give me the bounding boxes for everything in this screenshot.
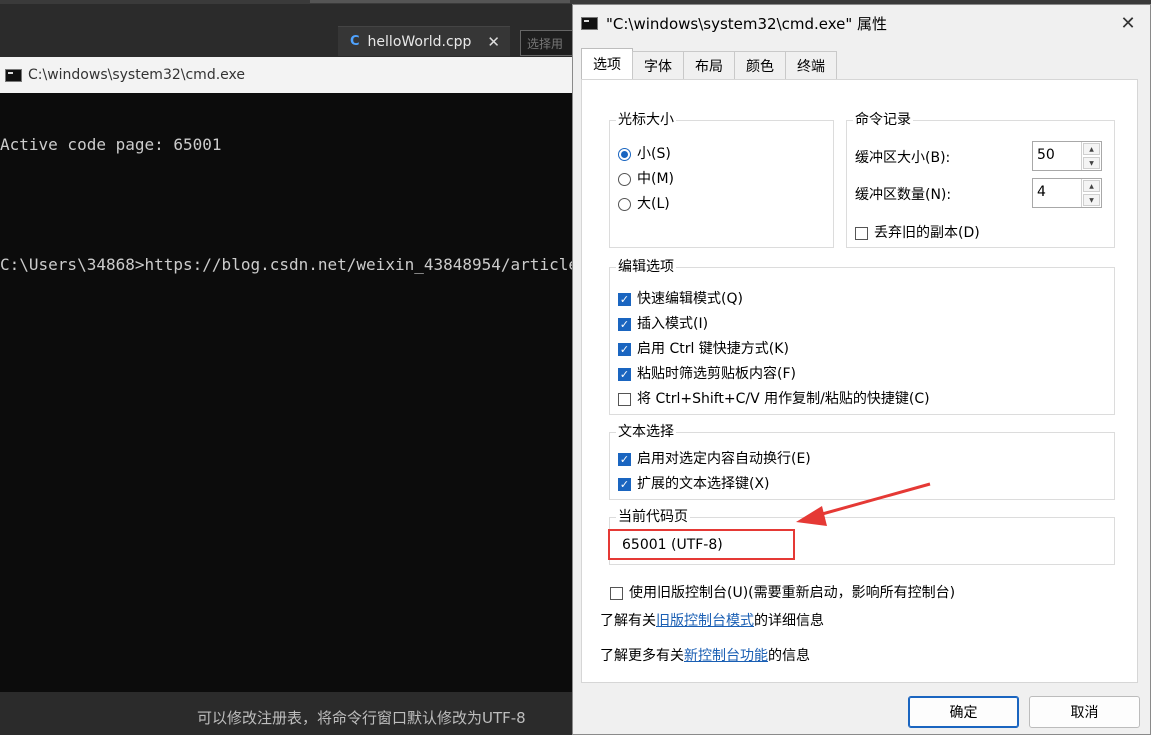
checkbox-icon[interactable] xyxy=(618,392,631,406)
checkbox-checked-icon[interactable] xyxy=(618,292,631,306)
legacy-mode-link[interactable]: 旧版控制台模式 xyxy=(656,612,754,630)
console-window[interactable]: C:\windows\system32\cmd.exe Active code … xyxy=(0,57,580,692)
cursor-size-group: 光标大小 小(S) 中(M) 大(L) xyxy=(609,111,834,248)
console-gap xyxy=(0,195,580,215)
buffer-size-text: 缓冲区大小(B): xyxy=(855,150,951,166)
tab-colors[interactable]: 颜色 xyxy=(734,51,786,79)
radio-cursor-large[interactable]: 大(L) xyxy=(618,195,670,213)
legacy-info-text: 了解有关 旧版控制台模式 的详细信息 xyxy=(600,612,824,630)
stepper-down-icon[interactable]: ▼ xyxy=(1083,194,1100,206)
radio-cursor-small[interactable]: 小(S) xyxy=(618,145,671,163)
radio-label: 大(L) xyxy=(637,196,670,212)
group-title: 编辑选项 xyxy=(616,258,676,276)
radio-icon[interactable] xyxy=(618,172,631,186)
radio-selected-icon[interactable] xyxy=(618,147,631,161)
checkbox-label: 启用对选定内容自动换行(E) xyxy=(637,451,811,467)
stepper-buttons: ▲ ▼ xyxy=(1081,142,1101,170)
console-line: C:\Users\34868>https://blog.csdn.net/wei… xyxy=(0,255,578,274)
checkbox-discard-old[interactable]: 丢弃旧的副本(D) xyxy=(855,224,980,242)
checkbox-extended-keys[interactable]: 扩展的文本选择键(X) xyxy=(618,475,770,493)
annotation-highlight-box xyxy=(608,529,795,560)
radio-label: 小(S) xyxy=(637,146,671,162)
buffer-count-value[interactable]: 4 xyxy=(1033,179,1081,207)
new-features-link[interactable]: 新控制台功能 xyxy=(684,647,768,665)
editor-tab-helloworld[interactable]: C helloWorld.cpp ✕ xyxy=(338,26,510,56)
checkbox-label: 丢弃旧的副本(D) xyxy=(874,225,980,241)
cmd-icon xyxy=(5,68,22,82)
console-titlebar[interactable]: C:\windows\system32\cmd.exe xyxy=(0,57,580,93)
checkbox-label: 使用旧版控制台(U)(需要重新启动，影响所有控制台) xyxy=(629,585,956,601)
console-line: Active code page: 65001 xyxy=(0,135,222,154)
checkbox-checked-icon[interactable] xyxy=(618,317,631,331)
group-title: 当前代码页 xyxy=(616,508,690,526)
checkbox-checked-icon[interactable] xyxy=(618,477,631,491)
buffer-size-value[interactable]: 50 xyxy=(1033,142,1081,170)
checkbox-label: 启用 Ctrl 键快捷方式(K) xyxy=(637,341,789,357)
editor-tab-label: helloWorld.cpp xyxy=(367,33,472,50)
dialog-titlebar[interactable]: "C:\windows\system32\cmd.exe" 属性 ✕ xyxy=(573,5,1150,41)
tab-options[interactable]: 选项 xyxy=(581,48,633,79)
checkbox-checked-icon[interactable] xyxy=(618,367,631,381)
tab-terminal[interactable]: 终端 xyxy=(785,51,837,79)
checkbox-line-wrap[interactable]: 启用对选定内容自动换行(E) xyxy=(618,450,811,468)
checkbox-filter-clipboard[interactable]: 粘贴时筛选剪贴板内容(F) xyxy=(618,365,796,383)
info-prefix: 了解更多有关 xyxy=(600,648,684,664)
options-panel: 光标大小 小(S) 中(M) 大(L) 命令记录 缓冲区大小(B): 50 ▲ … xyxy=(581,79,1138,683)
cmd-icon xyxy=(581,16,598,30)
checkbox-ctrl-shift-copy-paste[interactable]: 将 Ctrl+Shift+C/V 用作复制/粘贴的快捷键(C) xyxy=(618,390,930,408)
tab-font[interactable]: 字体 xyxy=(632,51,684,79)
close-icon[interactable]: ✕ xyxy=(487,33,500,51)
checkbox-label: 快速编辑模式(Q) xyxy=(637,291,743,307)
buffer-count-label: 缓冲区数量(N): xyxy=(855,186,951,204)
radio-cursor-medium[interactable]: 中(M) xyxy=(618,170,674,188)
editor-top-line xyxy=(310,0,570,3)
group-title: 文本选择 xyxy=(616,423,676,441)
buffer-size-label: 缓冲区大小(B): xyxy=(855,149,950,167)
buffer-count-text: 缓冲区数量(N): xyxy=(855,187,952,203)
checkbox-quick-edit[interactable]: 快速编辑模式(Q) xyxy=(618,290,743,308)
edit-options-group: 编辑选项 快速编辑模式(Q) 插入模式(I) 启用 Ctrl 键快捷方式(K) … xyxy=(609,258,1115,415)
console-output[interactable]: Active code page: 65001 C:\Users\34868>h… xyxy=(0,93,580,315)
stepper-buttons: ▲ ▼ xyxy=(1081,179,1101,207)
checkbox-icon[interactable] xyxy=(855,226,868,240)
stepper-down-icon[interactable]: ▼ xyxy=(1083,157,1100,169)
console-title: C:\windows\system32\cmd.exe xyxy=(28,67,245,83)
dialog-tabs: 选项 字体 布局 颜色 终端 xyxy=(581,48,837,79)
group-title: 光标大小 xyxy=(616,111,676,129)
editor-search-input[interactable]: 选择用 xyxy=(520,30,576,56)
stepper-up-icon[interactable]: ▲ xyxy=(1083,180,1100,192)
buffer-size-stepper[interactable]: 50 ▲ ▼ xyxy=(1032,141,1102,171)
checkbox-label: 扩展的文本选择键(X) xyxy=(637,476,770,492)
info-suffix: 的详细信息 xyxy=(754,613,824,629)
caption-text: 可以修改注册表，将命令行窗口默认修改为UTF-8 xyxy=(197,709,526,727)
command-history-group: 命令记录 缓冲区大小(B): 50 ▲ ▼ 缓冲区数量(N): 4 ▲ ▼ 丢弃… xyxy=(846,111,1115,248)
tab-layout[interactable]: 布局 xyxy=(683,51,735,79)
stepper-up-icon[interactable]: ▲ xyxy=(1083,143,1100,155)
buffer-count-stepper[interactable]: 4 ▲ ▼ xyxy=(1032,178,1102,208)
radio-label: 中(M) xyxy=(637,171,675,187)
checkbox-icon[interactable] xyxy=(610,586,623,600)
text-selection-group: 文本选择 启用对选定内容自动换行(E) 扩展的文本选择键(X) xyxy=(609,423,1115,500)
checkbox-label: 将 Ctrl+Shift+C/V 用作复制/粘贴的快捷键(C) xyxy=(637,391,930,407)
close-icon[interactable]: ✕ xyxy=(1116,11,1140,35)
group-title: 命令记录 xyxy=(853,111,913,129)
checkbox-label: 插入模式(I) xyxy=(637,316,709,332)
checkbox-checked-icon[interactable] xyxy=(618,342,631,356)
new-features-info-text: 了解更多有关 新控制台功能 的信息 xyxy=(600,647,810,665)
checkbox-checked-icon[interactable] xyxy=(618,452,631,466)
checkbox-ctrl-shortcuts[interactable]: 启用 Ctrl 键快捷方式(K) xyxy=(618,340,789,358)
info-suffix: 的信息 xyxy=(768,648,810,664)
dialog-title: "C:\windows\system32\cmd.exe" 属性 xyxy=(606,14,888,33)
cpp-file-icon: C xyxy=(350,34,360,49)
checkbox-legacy-console[interactable]: 使用旧版控制台(U)(需要重新启动，影响所有控制台) xyxy=(610,584,955,602)
properties-dialog[interactable]: "C:\windows\system32\cmd.exe" 属性 ✕ 选项 字体… xyxy=(572,4,1151,735)
radio-icon[interactable] xyxy=(618,197,631,211)
checkbox-label: 粘贴时筛选剪贴板内容(F) xyxy=(637,366,796,382)
info-prefix: 了解有关 xyxy=(600,613,656,629)
checkbox-insert-mode[interactable]: 插入模式(I) xyxy=(618,315,708,333)
ok-button[interactable]: 确定 xyxy=(908,696,1019,728)
cancel-button[interactable]: 取消 xyxy=(1029,696,1140,728)
